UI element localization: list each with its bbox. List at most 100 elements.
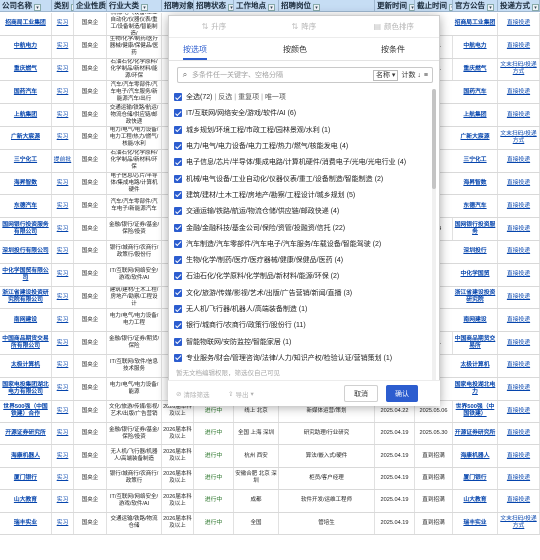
cell-name[interactable]: 三宁化工 (0, 149, 52, 172)
select-action-extra3[interactable]: 唯一项 (265, 92, 286, 102)
cell-notice[interactable]: 中国商品期货交易所 (453, 332, 498, 354)
tab-by-condition[interactable]: 按条件 (381, 42, 405, 58)
column-header[interactable]: 公司名称 ▾ (0, 0, 52, 12)
filter-option[interactable]: 机械/电气设备/工业自动化/仪器仪表/重工/设备制造/智能制造 (2) (169, 170, 431, 186)
cell-notice[interactable]: 浙江省建设投资研究院 (453, 286, 498, 309)
filter-option[interactable]: 生物/化学/制药/医疗/医疗器械/健康/保健品/医药 (4) (169, 252, 431, 268)
checkbox-checked-icon[interactable] (174, 321, 182, 330)
clear-filter-button[interactable]: ⊘ 清除筛选 (176, 389, 209, 399)
cell-apply[interactable]: 直接投递 (498, 263, 540, 286)
column-header[interactable]: 招聘对象▾ (162, 0, 194, 12)
cell-notice[interactable]: 世界500强（中国铁建） (453, 400, 498, 422)
cell-apply[interactable]: 直接投递 (498, 445, 540, 467)
cell-name[interactable]: 广新大宸源 (0, 127, 52, 149)
checkbox-checked-icon[interactable] (174, 353, 182, 362)
cell-type[interactable]: 实习 (52, 13, 74, 35)
filter-dropdown-icon[interactable]: ▾ (141, 4, 148, 11)
cell-type[interactable]: 实习 (52, 355, 74, 377)
cell-notice[interactable]: 太极计算机 (453, 355, 498, 377)
cell-name[interactable]: 中化学国贸有限公司 (0, 263, 52, 286)
cell-name[interactable]: 山大教育 (0, 490, 52, 512)
cell-notice[interactable]: 国网银行投资服务 (453, 218, 498, 240)
column-header[interactable]: 更新时间 ▾ (375, 0, 415, 12)
checkbox-checked-icon[interactable] (174, 272, 182, 281)
filter-search-box[interactable]: ⌕ 多条件任一关键字、空格分隔 名称 ▾ 计数 ↓ ≡ (177, 67, 433, 83)
checkbox-checked-icon[interactable] (174, 223, 182, 232)
column-header[interactable]: 行业大类 ▾ (107, 0, 162, 12)
cell-type[interactable]: 实习 (52, 423, 74, 445)
cell-notice[interactable]: 海昇智数 (453, 172, 498, 195)
sort-desc-button[interactable]: ⇅ 降序 (259, 21, 349, 32)
count-select[interactable]: 计数 ↓ (401, 70, 420, 80)
filter-dropdown-icon[interactable]: ▾ (313, 4, 320, 11)
filter-option[interactable]: 智能物联网/安防监控/智能家居 (1) (169, 333, 431, 349)
option-list-scrollbar[interactable] (432, 89, 436, 385)
search-input[interactable]: 多条件任一关键字、空格分隔 (192, 70, 373, 80)
cell-type[interactable]: 实习 (52, 104, 74, 126)
cell-type[interactable]: 实习 (52, 400, 74, 422)
checkbox-checked-icon[interactable] (174, 305, 182, 313)
cell-name[interactable]: 深圳投行有限公司 (0, 241, 52, 263)
sort-color-button[interactable]: ▤ 颜色排序 (349, 21, 439, 32)
cell-name[interactable]: 东德汽车 (0, 195, 52, 218)
cell-type[interactable]: 实习 (52, 58, 74, 81)
cell-type[interactable]: 实习 (52, 332, 74, 354)
column-header[interactable]: 招聘状态 ▾ (194, 0, 234, 12)
cell-type[interactable]: 实习 (52, 490, 74, 512)
cell-type[interactable]: 实习 (52, 309, 74, 332)
select-all-option[interactable]: 全选(72) | 反选 | 重复项 | 唯一项 (169, 89, 431, 105)
filter-dropdown-icon[interactable]: ▾ (34, 4, 41, 11)
cell-name[interactable]: 太极计算机 (0, 355, 52, 377)
cell-name[interactable]: 南网建设 (0, 309, 52, 332)
filter-option[interactable]: 城乡规划/环境工程/市政工程/园林景观/水利 (1) (169, 122, 431, 138)
cell-apply[interactable]: 直接投递 (498, 355, 540, 377)
filter-option[interactable]: 汽车制造/汽车零部件/汽车电子/汽车服务/车载设备/智能驾驶 (2) (169, 236, 431, 252)
sort-asc-button[interactable]: ⇅ 升序 (169, 21, 259, 32)
cell-notice[interactable]: 开源证券研究所 (453, 423, 498, 445)
cell-notice[interactable]: 瑞丰实业 (453, 512, 498, 534)
checkbox-checked-icon[interactable] (174, 207, 182, 216)
cell-name[interactable]: 瑞丰实业 (0, 512, 52, 534)
cell-name[interactable]: 国网银行投资服务有限公司 (0, 218, 52, 240)
mode-select[interactable]: 名称 ▾ (372, 69, 399, 81)
filter-dropdown-icon[interactable]: ▾ (487, 4, 494, 11)
checkbox-checked-icon[interactable] (174, 109, 182, 118)
cell-apply[interactable]: 直接投递 (498, 35, 540, 58)
cell-name[interactable]: 上航集团 (0, 104, 52, 126)
confirm-button[interactable]: 确认 (386, 385, 418, 402)
filter-dropdown-icon[interactable]: ▾ (532, 4, 539, 11)
cell-name[interactable]: 浙江省建设投资研究院有限公司 (0, 286, 52, 309)
filter-option[interactable]: 电子信息/芯片/半导体/集成电路/计算机硬件/消费电子/光电/光电行业 (4) (169, 154, 431, 170)
cell-type[interactable]: 实习 (52, 263, 74, 286)
cell-notice[interactable]: 国家电投湖北电力 (453, 377, 498, 400)
cell-type[interactable]: 实习 (52, 195, 74, 218)
filter-option[interactable]: 建筑/建材/土木工程/房地产/勘察/工程设计/城乡规划 (5) (169, 187, 431, 203)
checkbox-checked-icon[interactable] (174, 174, 182, 183)
cell-notice[interactable]: 中航电力 (453, 35, 498, 58)
tab-by-option[interactable]: 按选项 (183, 42, 207, 60)
column-header[interactable]: 类别▾ (52, 0, 74, 12)
cell-name[interactable]: 国药汽车 (0, 81, 52, 104)
cell-apply[interactable]: 文末扫码/投递方式 (498, 58, 540, 81)
filter-option[interactable]: 银行/城商行/农商行/政策行/股份行 (11) (169, 317, 431, 333)
cell-apply[interactable]: 直接投递 (498, 286, 540, 309)
cell-apply[interactable]: 直接投递 (498, 377, 540, 400)
filter-option[interactable]: 文化/旅游/传媒/影视/艺术/出版/广告营销/新闻/直播 (3) (169, 285, 431, 301)
cell-apply[interactable]: 直接投递 (498, 332, 540, 354)
cell-type[interactable]: 实习 (52, 286, 74, 309)
cell-notice[interactable]: 中化学国贸 (453, 263, 498, 286)
cell-name[interactable]: 重庆燃气 (0, 58, 52, 81)
cell-apply[interactable]: 直接投递 (498, 309, 540, 332)
cell-name[interactable]: 海康机器人 (0, 445, 52, 467)
cell-apply[interactable]: 直接投递 (498, 467, 540, 490)
filter-option[interactable]: 无人机/飞行器/机器人/高端装备制造 (1) (169, 301, 431, 317)
cell-type[interactable]: 实习 (52, 467, 74, 490)
filter-option[interactable]: IT/互联网/网络安全/游戏/软件/AI (6) (169, 105, 431, 121)
checkbox-checked-icon[interactable] (174, 256, 182, 265)
column-header[interactable]: 招聘岗位 ▾ (279, 0, 375, 12)
cell-apply[interactable]: 直接投递 (498, 218, 540, 240)
cell-name[interactable]: 国家电投集团湖北电力有限公司 (0, 377, 52, 400)
cell-notice[interactable]: 重庆燃气 (453, 58, 498, 81)
cell-apply[interactable]: 直接投递 (498, 195, 540, 218)
cell-notice[interactable]: 海康机器人 (453, 445, 498, 467)
